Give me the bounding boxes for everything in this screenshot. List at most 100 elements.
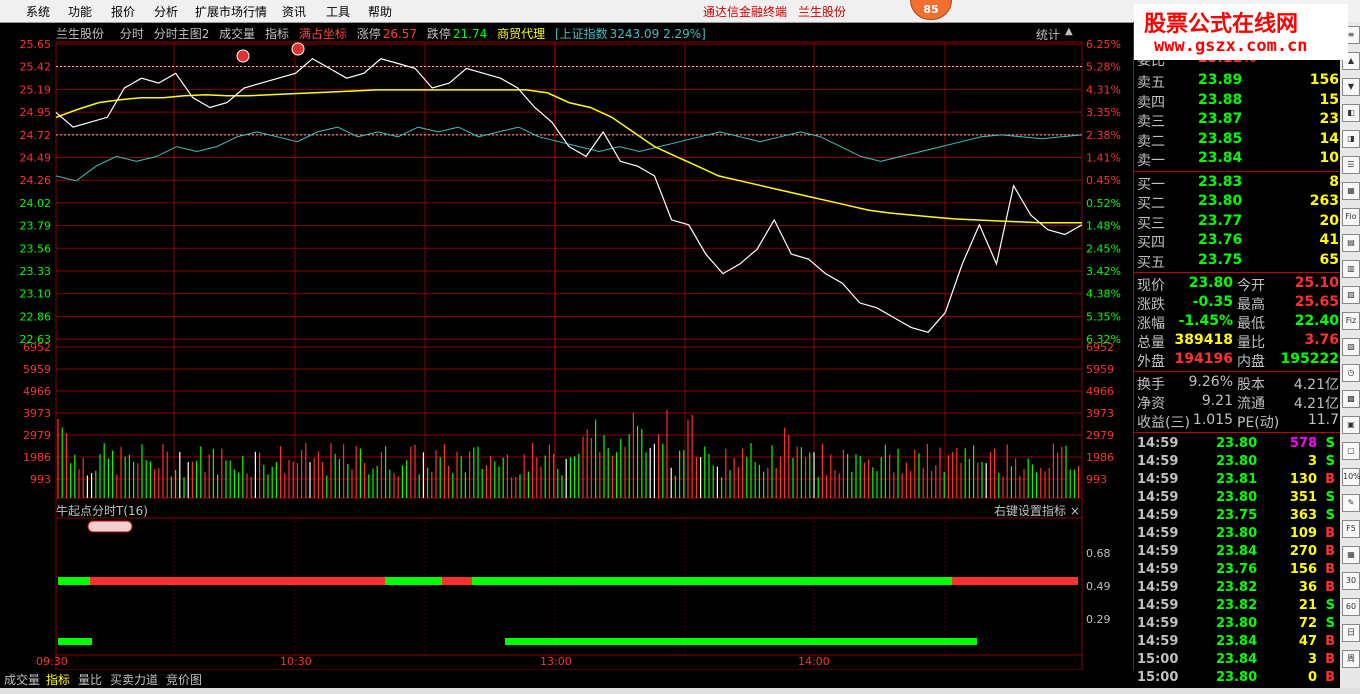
side-tool-button-icon[interactable]: 30: [1342, 572, 1360, 590]
tick-row[interactable]: 14:59 23.84 47 B: [1134, 634, 1341, 652]
tick-row[interactable]: 15:00 23.80 0 B: [1134, 670, 1341, 688]
sell-level-price: 23.89: [1198, 72, 1243, 88]
buy-level-row[interactable]: 买五 23.75 65: [1134, 252, 1341, 271]
tick-direction: B: [1325, 634, 1335, 649]
side-tool-button-icon[interactable]: ▦: [1342, 546, 1360, 564]
side-tool-button-icon[interactable]: ✎: [1342, 494, 1360, 512]
volume-tick-label-right: 2979: [1086, 429, 1114, 442]
signal-marker-icon[interactable]: [236, 49, 250, 63]
tick-row[interactable]: 14:59 23.82 21 S: [1134, 598, 1341, 616]
buy-level-price: 23.80: [1198, 193, 1243, 209]
sell-level-row[interactable]: 卖一 23.84 10: [1134, 150, 1341, 169]
side-tool-button-icon[interactable]: ◷: [1342, 364, 1360, 382]
stat-label: 量比: [1237, 335, 1265, 351]
bottom-tab-auction[interactable]: 竞价图: [164, 671, 204, 687]
stat-value: -1.45%: [1178, 313, 1233, 329]
quote-divider: [1134, 371, 1341, 372]
tick-time: 14:59: [1137, 436, 1179, 451]
indicator-title[interactable]: 牛起点分时T(16): [56, 502, 148, 519]
signal-marker-icon[interactable]: [291, 42, 305, 56]
buy-level-row[interactable]: 买四 23.76 41: [1134, 232, 1341, 251]
stat-label: 今开: [1237, 278, 1265, 294]
side-tool-button-icon[interactable]: ▢: [1342, 442, 1360, 460]
indicator-marker-icon[interactable]: [87, 520, 133, 533]
sell-level-price: 23.88: [1198, 91, 1243, 108]
bottom-tab-indicator[interactable]: 指标: [44, 671, 72, 687]
side-tool-button-icon[interactable]: ▨: [1342, 338, 1360, 356]
price-tick-label: 23.56: [20, 242, 52, 255]
tick-direction: S: [1325, 436, 1335, 451]
buy-level-row[interactable]: 买三 23.77 20: [1134, 213, 1341, 232]
pct-tick-label: 3.35%: [1086, 106, 1121, 119]
tick-row[interactable]: 14:59 23.81 130 B: [1134, 472, 1341, 490]
tick-volume: 130: [1289, 472, 1317, 487]
tick-row[interactable]: 14:59 23.80 109 B: [1134, 526, 1341, 544]
side-tool-button-icon[interactable]: ▧: [1342, 286, 1360, 304]
side-tool-button-icon[interactable]: ▥: [1342, 260, 1360, 278]
side-tool-button-icon[interactable]: F5: [1342, 520, 1360, 538]
indicator-settings[interactable]: 右键设置指标 ×: [994, 502, 1080, 519]
side-tool-button-icon[interactable]: 周: [1342, 650, 1360, 668]
tick-price: 23.80: [1216, 616, 1258, 631]
bottom-tab-buy-sell-force[interactable]: 买卖力道: [108, 671, 160, 687]
bottom-tab-volume-ratio[interactable]: 量比: [76, 671, 104, 687]
watermark-title: 股票公式在线网: [1144, 12, 1299, 37]
volume-tick-label-right: 3973: [1086, 407, 1114, 420]
side-tool-button-icon[interactable]: ◧: [1342, 104, 1360, 122]
side-tool-button-icon[interactable]: ▦: [1342, 182, 1360, 200]
tick-price: 23.84: [1216, 652, 1258, 667]
pct-tick-label: 2.38%: [1086, 129, 1121, 142]
buy-level-row[interactable]: 买二 23.80 263: [1134, 193, 1341, 212]
sell-level-row[interactable]: 卖四 23.88 15: [1134, 92, 1341, 111]
side-tool-button-icon[interactable]: ▣: [1342, 416, 1360, 434]
bottom-tab-volume[interactable]: 成交量: [2, 671, 42, 687]
price-tick-label: 25.65: [20, 38, 52, 51]
sell-level-row[interactable]: 卖三 23.87 23: [1134, 111, 1341, 130]
quote-divider: [1134, 170, 1341, 172]
volume-tick-label-right: 5959: [1086, 363, 1114, 376]
tick-row[interactable]: 14:59 23.84 270 B: [1134, 544, 1341, 562]
tick-row[interactable]: 14:59 23.80 351 S: [1134, 490, 1341, 508]
side-tool-button-icon[interactable]: 日: [1342, 624, 1360, 642]
buy-level-row[interactable]: 买一 23.83 8: [1134, 174, 1341, 193]
tick-row[interactable]: 14:59 23.82 36 B: [1134, 580, 1341, 598]
tick-row[interactable]: 15:00 23.84 3 B: [1134, 652, 1341, 670]
tick-row[interactable]: 14:59 23.80 3 S: [1134, 454, 1341, 472]
stat-value: 25.10: [1294, 275, 1339, 291]
timeshare-chart[interactable]: 25.65 6.25% 25.42 5.28% 25.19 4.31% 24.95 3.35%…: [0, 0, 1134, 670]
side-tool-button-icon[interactable]: 60: [1342, 598, 1360, 616]
tick-price: 23.84: [1216, 544, 1258, 559]
sell-level-volume: 14: [1319, 130, 1339, 147]
stat-value: 1.015: [1192, 412, 1233, 428]
stat-value: 389418: [1174, 332, 1233, 348]
tick-time: 14:59: [1137, 634, 1179, 649]
side-tool-button-icon[interactable]: 10%: [1342, 468, 1360, 486]
tick-row[interactable]: 14:59 23.80 72 S: [1134, 616, 1341, 634]
stat-value: 25.65: [1294, 294, 1339, 310]
side-tool-button-icon[interactable]: ▼: [1342, 78, 1360, 96]
tick-row[interactable]: 14:59 23.76 156 B: [1134, 562, 1341, 580]
side-tool-button-icon[interactable]: Fio: [1342, 208, 1360, 226]
indicator-tick-label: 0.68: [1086, 547, 1111, 560]
tick-row[interactable]: 14:59 23.75 363 S: [1134, 508, 1341, 526]
chart-frame: [55, 41, 1083, 670]
stat-value: 9.21: [1201, 393, 1233, 409]
indicator-signal-band: [58, 577, 90, 585]
stat-label: 最低: [1237, 316, 1265, 332]
sell-level-row[interactable]: 卖五 23.89 156: [1134, 72, 1341, 91]
sell-level-row[interactable]: 卖二 23.85 14: [1134, 131, 1341, 150]
quote-stat-row: 收益(三) 1.015 PE(动) 11.7: [1134, 412, 1341, 431]
sell-level-label: 卖一: [1137, 153, 1165, 169]
tick-direction: S: [1325, 508, 1335, 523]
side-tool-button-icon[interactable]: ▩: [1342, 390, 1360, 408]
side-tool-button-icon[interactable]: Fiz: [1342, 312, 1360, 330]
side-tool-button-icon[interactable]: ▤: [1342, 234, 1360, 252]
quote-stat-row: 净资 9.21 流通 4.21亿: [1134, 393, 1341, 412]
indicator-signal-band: [385, 577, 442, 585]
side-tool-button-icon[interactable]: ☰: [1342, 156, 1360, 174]
tick-volume: 47: [1298, 634, 1317, 649]
tick-price: 23.81: [1216, 472, 1258, 487]
side-tool-button-icon[interactable]: ◨: [1342, 130, 1360, 148]
indicator-signal-band: [952, 577, 1078, 585]
tick-row[interactable]: 14:59 23.80 578 S: [1134, 436, 1341, 454]
